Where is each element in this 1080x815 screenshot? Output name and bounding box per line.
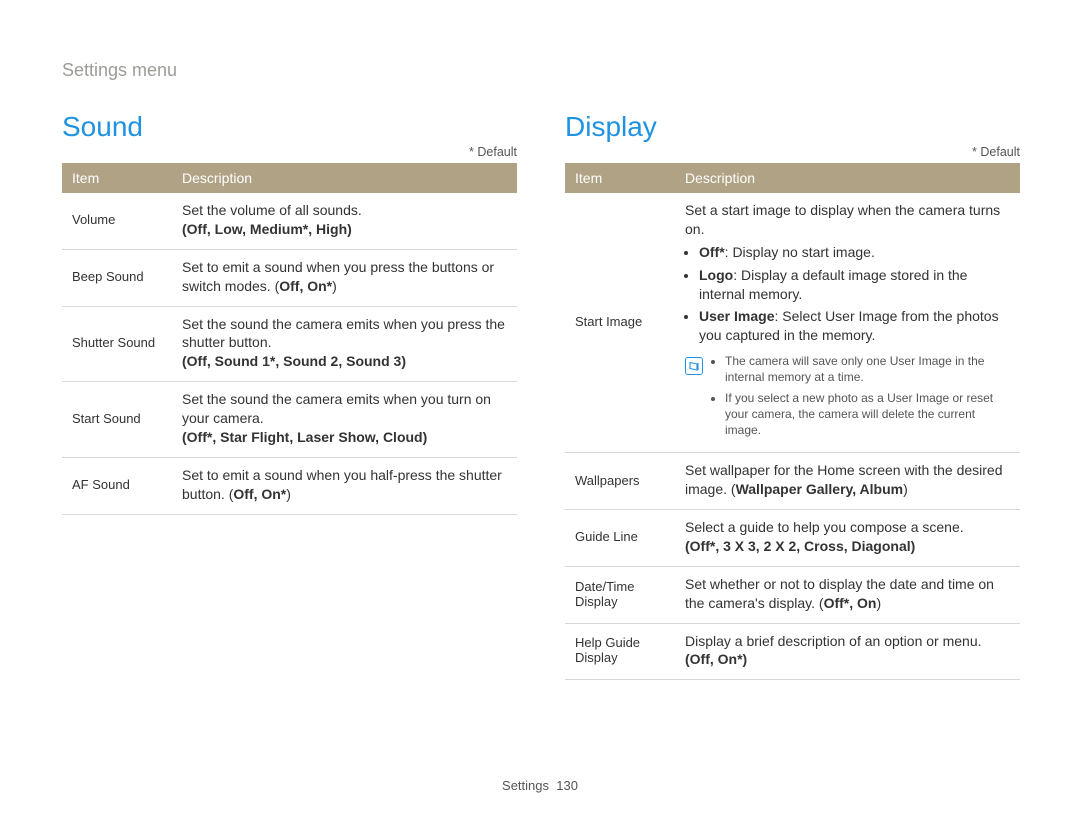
table-row: Wallpapers Set wallpaper for the Home sc… [565, 453, 1020, 510]
info-icon [685, 357, 703, 375]
options: (Off*, 3 X 3, 2 X 2, Cross, Diagonal) [685, 538, 915, 554]
item-description: Set the sound the camera emits when you … [172, 306, 517, 382]
col-header-description: Description [172, 163, 517, 193]
item-description: Set to emit a sound when you press the b… [172, 249, 517, 306]
item-label: Start Image [565, 193, 675, 453]
content-columns: Sound * Default Item Description Volume … [62, 111, 1020, 680]
default-note: * Default [565, 145, 1020, 159]
col-header-item: Item [565, 163, 675, 193]
table-row: Help Guide Display Display a brief descr… [565, 623, 1020, 680]
options: Off, On* [233, 486, 286, 502]
default-note: * Default [62, 145, 517, 159]
item-label: Start Sound [62, 382, 172, 458]
table-row: Volume Set the volume of all sounds. (Of… [62, 193, 517, 249]
item-label: Date/Time Display [565, 566, 675, 623]
option-bullets: Off*: Display no start image. Logo: Disp… [685, 243, 1010, 345]
item-description: Set wallpaper for the Home screen with t… [675, 453, 1020, 510]
table-row: Shutter Sound Set the sound the camera e… [62, 306, 517, 382]
page-footer: Settings 130 [0, 778, 1080, 793]
display-heading: Display [565, 111, 1020, 143]
options: (Off, Sound 1*, Sound 2, Sound 3) [182, 353, 406, 369]
item-label: AF Sound [62, 457, 172, 514]
item-description: Set a start image to display when the ca… [675, 193, 1020, 453]
options: (Off*, Star Flight, Laser Show, Cloud) [182, 429, 427, 445]
footer-section: Settings [502, 778, 549, 793]
table-row: Start Image Set a start image to display… [565, 193, 1020, 453]
item-label: Shutter Sound [62, 306, 172, 382]
options: (Off, Low, Medium*, High) [182, 221, 352, 237]
table-row: Date/Time Display Set whether or not to … [565, 566, 1020, 623]
item-label: Wallpapers [565, 453, 675, 510]
item-description: Select a guide to help you compose a sce… [675, 509, 1020, 566]
table-row: Beep Sound Set to emit a sound when you … [62, 249, 517, 306]
table-row: Start Sound Set the sound the camera emi… [62, 382, 517, 458]
item-label: Guide Line [565, 509, 675, 566]
sound-column: Sound * Default Item Description Volume … [62, 111, 517, 680]
options: Wallpaper Gallery, Album [736, 481, 904, 497]
note-box: The camera will save only one User Image… [685, 353, 1010, 442]
table-row: Guide Line Select a guide to help you co… [565, 509, 1020, 566]
options: Off, On* [279, 278, 332, 294]
display-table: Item Description Start Image Set a start… [565, 163, 1020, 680]
breadcrumb: Settings menu [62, 60, 1020, 81]
table-row: AF Sound Set to emit a sound when you ha… [62, 457, 517, 514]
options: (Off, On*) [685, 651, 747, 667]
options: Off*, On [824, 595, 877, 611]
display-column: Display * Default Item Description Start… [565, 111, 1020, 680]
item-label: Help Guide Display [565, 623, 675, 680]
footer-page-number: 130 [556, 778, 578, 793]
table-header-row: Item Description [565, 163, 1020, 193]
col-header-description: Description [675, 163, 1020, 193]
item-label: Volume [62, 193, 172, 249]
item-description: Set the volume of all sounds. (Off, Low,… [172, 193, 517, 249]
item-description: Set the sound the camera emits when you … [172, 382, 517, 458]
sound-table: Item Description Volume Set the volume o… [62, 163, 517, 515]
page: Settings menu Sound * Default Item Descr… [0, 0, 1080, 815]
note-list: The camera will save only one User Image… [711, 353, 1010, 442]
item-description: Set whether or not to display the date a… [675, 566, 1020, 623]
table-header-row: Item Description [62, 163, 517, 193]
item-description: Set to emit a sound when you half-press … [172, 457, 517, 514]
col-header-item: Item [62, 163, 172, 193]
item-label: Beep Sound [62, 249, 172, 306]
sound-heading: Sound [62, 111, 517, 143]
item-description: Display a brief description of an option… [675, 623, 1020, 680]
